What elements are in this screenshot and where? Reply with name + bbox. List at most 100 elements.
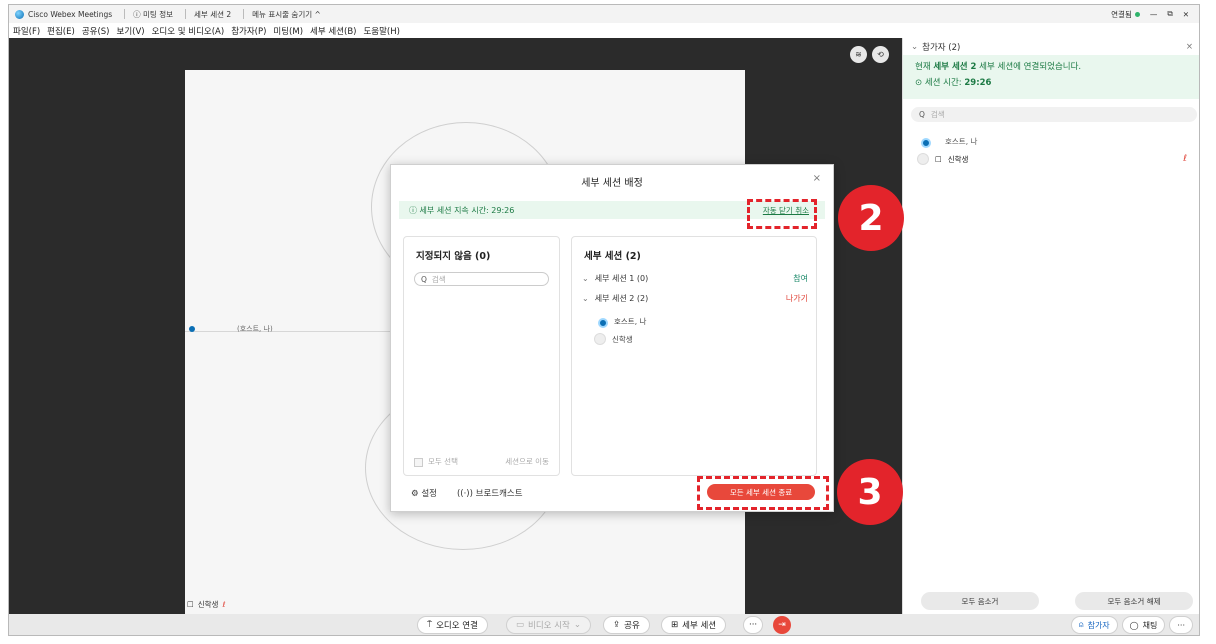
- share-button[interactable]: ⇪ 공유: [603, 616, 650, 634]
- chevron-down-icon[interactable]: ⌄: [582, 294, 589, 303]
- divider: [124, 9, 126, 19]
- session-name: 세부 세션 1 (0): [594, 273, 649, 283]
- attendee-name-tag: ☐ 신학생 ℓ: [187, 599, 226, 610]
- gear-icon: ⚙: [411, 489, 422, 499]
- chat-icon: ◯: [1129, 620, 1139, 630]
- host-video-label: (호스트, 나): [189, 324, 273, 334]
- host-icon: [917, 135, 931, 148]
- start-video-button[interactable]: ▭ 비디오 시작 ⌄: [506, 616, 591, 634]
- attendee-name: 신학생: [197, 600, 219, 609]
- chat-toggle-button[interactable]: ◯ 채팅: [1121, 616, 1166, 634]
- chevron-down-icon[interactable]: ⌄: [582, 274, 589, 283]
- broadcast-button[interactable]: ((·)) 브로드캐스트: [457, 487, 523, 499]
- video-icon: ▭: [516, 620, 525, 630]
- audio-label: 오디오 연결: [436, 621, 478, 631]
- menu-participants[interactable]: 참가자(P): [231, 25, 266, 37]
- unmute-all-button[interactable]: 모두 음소거 해제: [1075, 592, 1193, 610]
- mute-all-button[interactable]: 모두 음소거: [921, 592, 1039, 610]
- menu-file[interactable]: 파일(F): [13, 25, 40, 37]
- menu-view[interactable]: 보기(V): [117, 25, 145, 37]
- share-icon: ⇪: [613, 620, 621, 630]
- menu-bar: 파일(F) 편집(E) 공유(S) 보기(V) 오디오 및 비디오(A) 참가자…: [9, 23, 1199, 38]
- participants-panel: ⌄ 참가자 (2) × 현재 세부 세션 2 세부 세션에 연결되었습니다. ⊙…: [902, 38, 1199, 614]
- close-panel-button[interactable]: ×: [1186, 42, 1193, 52]
- search-icon: Q: [919, 110, 925, 119]
- divider: [185, 9, 187, 19]
- webex-bulb-icon: [189, 326, 195, 332]
- restore-button[interactable]: ⧉: [1167, 9, 1172, 19]
- host-video-name: (호스트, 나): [237, 325, 273, 333]
- participant-search-input[interactable]: Q 검색: [911, 107, 1197, 122]
- notice-session: 세부 세션 2: [933, 62, 977, 72]
- notice-text: 현재 세부 세션 2 세부 세션에 연결되었습니다.: [915, 59, 1189, 75]
- menu-edit[interactable]: 편집(E): [47, 25, 75, 37]
- close-dialog-button[interactable]: ×: [813, 173, 821, 184]
- participants-label: 참가자: [1087, 620, 1110, 630]
- leave-session-button[interactable]: 나가기: [786, 293, 808, 304]
- member-name: 신학생: [612, 334, 633, 344]
- menu-meeting[interactable]: 미팅(M): [273, 25, 303, 37]
- participants-toggle-button[interactable]: ⍝ 참가자: [1070, 616, 1118, 634]
- more-panels-button[interactable]: ···: [1169, 616, 1193, 634]
- avatar: [917, 153, 929, 165]
- connection-status-text: 연결됨: [1111, 9, 1132, 19]
- title-bar: Cisco Webex Meetings ⓘ 미팅 정보 세부 세션 2 메뉴 …: [9, 5, 1199, 23]
- avatar: [594, 333, 606, 345]
- rotate-icon[interactable]: ⟲: [872, 46, 889, 63]
- audio-connect-button[interactable]: ⍑ 오디오 연결: [417, 616, 488, 634]
- menu-audio-video[interactable]: 오디오 및 비디오(A): [152, 25, 225, 37]
- panel-toggles: ⍝ 참가자 ◯ 채팅 ···: [1070, 616, 1193, 634]
- search-placeholder: 검색: [431, 274, 446, 284]
- session-member[interactable]: 호스트, 나: [572, 312, 816, 330]
- broadcast-icon: ((·)): [456, 489, 476, 499]
- connection-status: 연결됨: [1111, 9, 1140, 20]
- session-name: 세부 세션 2: [194, 9, 232, 19]
- select-all-checkbox[interactable]: 모두 선택: [414, 456, 458, 467]
- participant-row[interactable]: 호스트, 나: [917, 132, 1199, 150]
- leave-meeting-button[interactable]: ⇥: [773, 616, 791, 634]
- webex-logo-icon: [15, 9, 24, 19]
- join-session-button[interactable]: 참여: [793, 273, 808, 284]
- unassigned-title: 지정되지 않음 (0): [416, 251, 491, 262]
- more-options-button[interactable]: ···: [743, 616, 764, 634]
- leave-icon: ⇥: [778, 620, 786, 630]
- hide-menu-button[interactable]: 메뉴 표시줄 숨기기 ^: [252, 9, 321, 20]
- meeting-info-button[interactable]: ⓘ 미팅 정보: [133, 9, 173, 20]
- dialog-title: 세부 세션 배정: [581, 177, 643, 189]
- chevron-down-icon[interactable]: ⌄: [911, 42, 918, 52]
- session-row[interactable]: ⌄ 세부 세션 2 (2) 나가기: [572, 288, 816, 308]
- layout-icon[interactable]: ≋: [850, 46, 867, 63]
- share-label: 공유: [624, 621, 640, 631]
- session-name: 세부 세션 2 (2): [594, 293, 649, 303]
- session-row[interactable]: ⌄ 세부 세션 1 (0) 참여: [572, 268, 816, 288]
- chat-label: 채팅: [1142, 620, 1158, 630]
- muted-mic-icon[interactable]: ℓ: [1183, 154, 1187, 164]
- app-name: Cisco Webex Meetings: [28, 9, 113, 19]
- timer-label: 세션 시간:: [924, 78, 965, 88]
- move-to-session-button[interactable]: 세션으로 이동: [505, 456, 549, 467]
- notice-prefix: 현재: [915, 62, 934, 72]
- settings-label: 설정: [421, 489, 437, 499]
- participant-row[interactable]: ☐ 신학생 ℓ: [917, 150, 1199, 168]
- breakout-button[interactable]: ⊞ 세부 세션: [661, 616, 727, 634]
- select-all-label: 모두 선택: [428, 457, 458, 466]
- video-label: 비디오 시작: [528, 621, 570, 631]
- sessions-column: 세부 세션 (2) ⌄ 세부 세션 1 (0) 참여 ⌄ 세부 세션 2 (2)…: [571, 236, 817, 476]
- unassigned-search-input[interactable]: Q 검색: [414, 272, 549, 286]
- highlight-box-2: [747, 199, 817, 229]
- menu-share[interactable]: 공유(S): [82, 25, 110, 37]
- status-dot-icon: [1134, 11, 1140, 17]
- member-name: 호스트, 나: [614, 316, 647, 326]
- breakout-label: 세부 세션: [682, 621, 717, 631]
- panel-title: 참가자 (2): [922, 42, 961, 53]
- settings-button[interactable]: ⚙ 설정: [411, 487, 437, 499]
- minimize-button[interactable]: —: [1150, 10, 1158, 19]
- session-timer: ⊙ 세션 시간: 29:26: [915, 75, 1189, 91]
- window-controls: 연결됨 — ⧉ ✕: [1111, 5, 1189, 23]
- chevron-down-icon: ⌄: [573, 620, 581, 630]
- close-window-button[interactable]: ✕: [1183, 10, 1189, 19]
- menu-breakout[interactable]: 세부 세션(B): [310, 25, 356, 37]
- panel-header: ⌄ 참가자 (2) ×: [903, 38, 1199, 55]
- session-member[interactable]: 신학생: [572, 330, 816, 348]
- menu-help[interactable]: 도움말(H): [363, 25, 399, 37]
